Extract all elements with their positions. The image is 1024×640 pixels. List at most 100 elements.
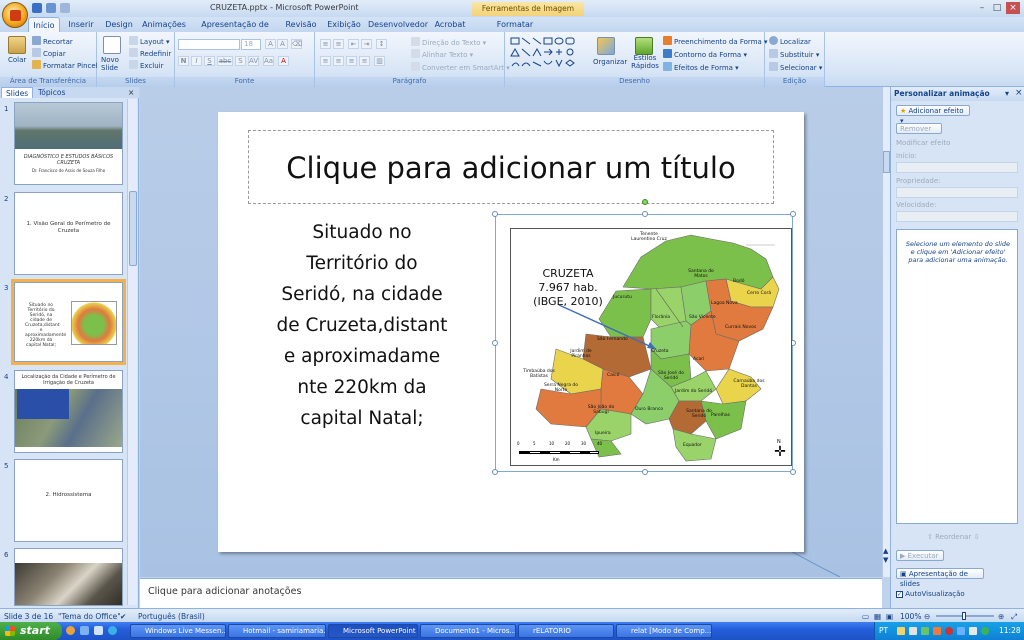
decrease-indent-icon[interactable]: ⇤ xyxy=(348,39,359,49)
redo-icon[interactable] xyxy=(60,3,70,13)
replace-button[interactable]: Substituir ▾ xyxy=(769,49,819,59)
strikethrough-button[interactable]: abc xyxy=(217,56,233,66)
task-hotmail[interactable]: Hotmail - samiriamaria... xyxy=(228,624,326,638)
shape-outline-button[interactable]: Contorno da Forma ▾ xyxy=(663,49,747,59)
map-image[interactable]: CRUZETA 7.967 hab. (IBGE, 2010) Tenente … xyxy=(510,228,792,466)
format-painter-button[interactable]: Formatar Pincel xyxy=(32,60,98,70)
slide-thumb-1[interactable]: DIAGNÓSTICO E ESTUDOS BÁSICOS CRUZETA Dr… xyxy=(14,102,123,185)
start-combo[interactable] xyxy=(896,162,1018,173)
case-icon[interactable]: Aa xyxy=(263,56,274,66)
zoom-thumb[interactable] xyxy=(962,612,966,620)
fit-window-icon[interactable]: ⤢ xyxy=(1011,612,1017,622)
notes-placeholder[interactable]: Clique para adicionar anotações xyxy=(148,586,301,597)
smartart-button[interactable]: Converter em SmartArt ▾ xyxy=(411,62,510,72)
canvas-scroll-thumb[interactable] xyxy=(883,151,890,173)
align-center-icon[interactable]: ≡ xyxy=(333,56,344,66)
shape-effects-button[interactable]: Efeitos de Forma ▾ xyxy=(663,62,739,72)
minimize-icon[interactable]: – xyxy=(975,2,989,14)
tray-icon[interactable] xyxy=(921,627,929,635)
font-color-icon[interactable]: A xyxy=(278,56,289,66)
shape-fill-button[interactable]: Preenchimento da Forma ▾ xyxy=(663,36,768,46)
resize-handle[interactable] xyxy=(642,469,648,475)
volume-icon[interactable] xyxy=(969,627,977,635)
title-placeholder[interactable]: Clique para adicionar um título xyxy=(248,130,774,204)
quicklaunch-icon[interactable] xyxy=(80,626,89,635)
justify-icon[interactable]: ≡ xyxy=(359,56,370,66)
arrange-icon[interactable] xyxy=(597,37,615,55)
underline-button[interactable]: S xyxy=(204,56,215,66)
tray-icon[interactable] xyxy=(909,627,917,635)
new-slide-icon[interactable] xyxy=(103,36,121,54)
copy-button[interactable]: Copiar xyxy=(32,48,66,58)
office-button[interactable] xyxy=(2,2,28,28)
find-button[interactable]: Localizar xyxy=(769,36,811,46)
task-relat[interactable]: relat [Modo de Comp... xyxy=(616,624,712,638)
tab-inicio[interactable]: Início xyxy=(28,17,60,32)
italic-button[interactable]: I xyxy=(191,56,202,66)
quicklaunch-icon[interactable] xyxy=(108,626,117,635)
add-effect-button[interactable]: ★ Adicionar efeito ▾ xyxy=(896,105,970,125)
numbering-icon[interactable]: ≡ xyxy=(333,39,344,49)
reorder-control[interactable]: ⇧ Reordenar ⇩ xyxy=(927,533,979,541)
tab-design[interactable]: Design xyxy=(102,17,136,32)
maximize-icon[interactable]: □ xyxy=(990,2,1004,14)
resize-handle[interactable] xyxy=(492,469,498,475)
text-direction-button[interactable]: Direção do Texto ▾ xyxy=(411,37,486,47)
paste-icon[interactable] xyxy=(8,36,26,54)
cut-button[interactable]: Recortar xyxy=(32,36,73,46)
slideshow-view-icon[interactable]: ▣ xyxy=(886,612,893,621)
zoom-level[interactable]: 100% xyxy=(900,612,921,621)
bullets-icon[interactable]: ≡ xyxy=(320,39,331,49)
save-icon[interactable] xyxy=(32,3,42,13)
tab-topicos[interactable]: Tópicos xyxy=(34,87,69,98)
tray-icon[interactable] xyxy=(933,627,941,635)
font-size-combo[interactable]: 18 xyxy=(241,39,261,50)
task-relatorio[interactable]: rELATORIO xyxy=(518,624,614,638)
tab-desenvolvedor[interactable]: Desenvolvedor xyxy=(368,17,428,32)
align-left-icon[interactable]: ≡ xyxy=(320,56,331,66)
pane-close-icon[interactable]: × xyxy=(1015,88,1023,98)
sorter-view-icon[interactable]: ▦ xyxy=(874,612,881,621)
canvas-scrollbar[interactable]: ▲ ▼ xyxy=(882,87,890,577)
tray-icon[interactable] xyxy=(981,627,989,635)
scroll-thumb[interactable] xyxy=(129,191,137,266)
resize-handle[interactable] xyxy=(790,211,796,217)
tab-slides[interactable]: Slides xyxy=(1,87,34,98)
slide-thumb-3[interactable]: Situado no Território do Seridó, na cida… xyxy=(11,279,126,365)
quick-styles-icon[interactable] xyxy=(635,37,653,55)
arrange-button[interactable]: Organizar xyxy=(593,58,627,66)
tab-exibicao[interactable]: Exibição xyxy=(324,17,364,32)
quicklaunch-icon[interactable] xyxy=(66,626,75,635)
align-text-button[interactable]: Alinhar Texto ▾ xyxy=(411,49,473,59)
task-powerpoint[interactable]: Microsoft PowerPoint ... xyxy=(328,624,418,638)
remove-button[interactable]: Remover xyxy=(896,123,942,134)
close-icon[interactable]: × xyxy=(1006,2,1020,14)
layout-button[interactable]: Layout ▾ xyxy=(129,36,170,46)
tab-acrobat[interactable]: Acrobat xyxy=(430,17,470,32)
shadow-button[interactable]: S xyxy=(235,56,246,66)
zoom-out-icon[interactable]: ⊖ xyxy=(924,612,930,621)
spellcheck-icon[interactable]: ✔ xyxy=(120,612,126,621)
slide-thumb-2[interactable]: 1. Visão Geral do Perímetro de Cruzeta xyxy=(14,192,123,275)
slides-scrollbar[interactable] xyxy=(127,99,137,605)
slideshow-button[interactable]: ▣ Apresentação de slides xyxy=(896,568,984,588)
tab-animacoes[interactable]: Animações xyxy=(140,17,188,32)
property-combo[interactable] xyxy=(896,187,1018,198)
start-button[interactable]: start xyxy=(0,622,62,640)
slide-thumb-5[interactable]: 2. Hidrossistema xyxy=(14,459,123,542)
tab-inserir[interactable]: Inserir xyxy=(64,17,98,32)
current-slide[interactable]: Clique para adicionar um título Situado … xyxy=(218,112,804,552)
align-right-icon[interactable]: ≡ xyxy=(346,56,357,66)
resize-handle[interactable] xyxy=(790,469,796,475)
tab-revisao[interactable]: Revisão xyxy=(282,17,320,32)
select-button[interactable]: Selecionar ▾ xyxy=(769,62,822,72)
quicklaunch-icon[interactable] xyxy=(94,626,103,635)
increase-indent-icon[interactable]: ⇥ xyxy=(361,39,372,49)
language-indicator[interactable]: Português (Brasil) xyxy=(138,612,205,621)
new-slide-button[interactable]: Novo Slide xyxy=(101,56,129,72)
body-text[interactable]: Situado no Território do Seridó, na cida… xyxy=(273,217,451,434)
delete-slide-button[interactable]: Excluir xyxy=(129,60,164,70)
resize-handle[interactable] xyxy=(642,211,648,217)
zoom-slider[interactable] xyxy=(936,612,994,620)
resize-handle[interactable] xyxy=(492,340,498,346)
